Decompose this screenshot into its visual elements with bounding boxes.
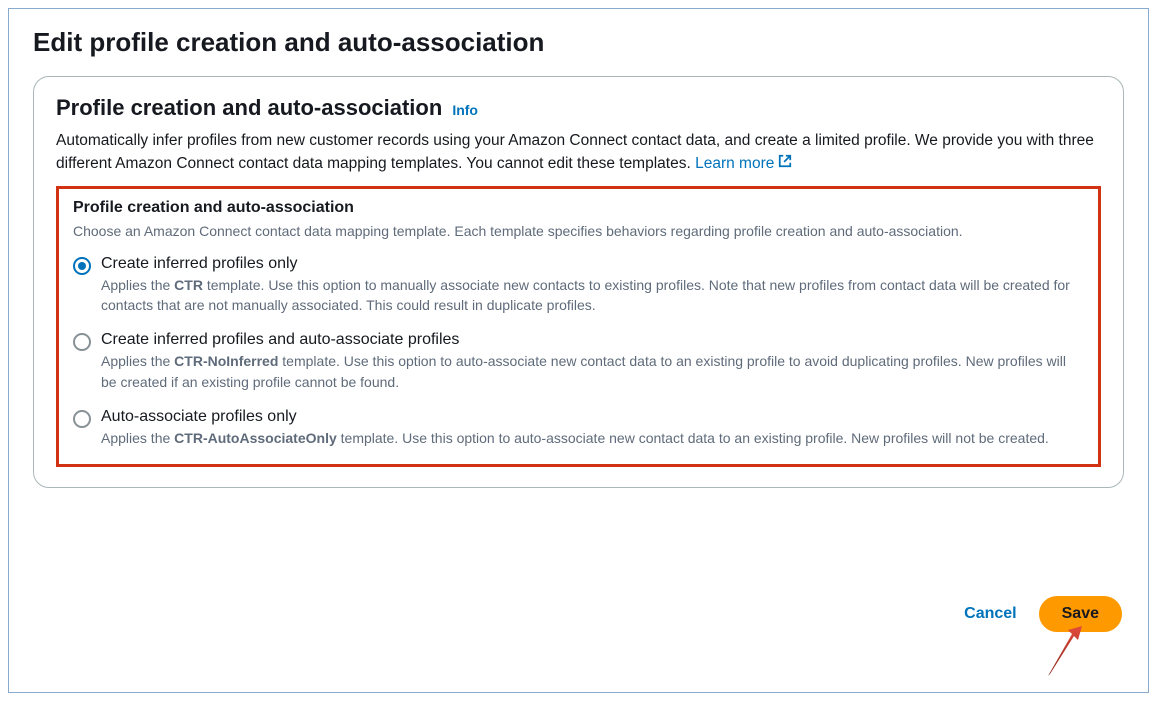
radio-template-name: CTR-AutoAssociateOnly [174,430,337,446]
card-heading-row: Profile creation and auto-association In… [56,95,1101,121]
radio-option[interactable]: Create inferred profiles and auto-associ… [73,331,1084,392]
page-container: Edit profile creation and auto-associati… [8,8,1149,693]
page-title: Edit profile creation and auto-associati… [33,27,1124,58]
highlighted-section: Profile creation and auto-association Ch… [56,186,1101,468]
radio-desc-suffix: template. Use this option to manually as… [101,277,1070,313]
radio-description: Applies the CTR template. Use this optio… [101,275,1084,316]
radio-body: Create inferred profiles only Applies the… [101,255,1084,316]
settings-card: Profile creation and auto-association In… [33,76,1124,488]
radio-button[interactable] [73,333,91,351]
radio-description: Applies the CTR-NoInferred template. Use… [101,351,1084,392]
radio-button[interactable] [73,257,91,275]
cancel-button[interactable]: Cancel [964,605,1016,623]
radio-description: Applies the CTR-AutoAssociateOnly templa… [101,428,1084,448]
info-link[interactable]: Info [452,102,478,118]
radio-template-name: CTR-NoInferred [174,353,278,369]
external-link-icon [778,152,792,175]
radio-title[interactable]: Create inferred profiles and auto-associ… [101,331,1084,349]
card-description-text: Automatically infer profiles from new cu… [56,132,1094,172]
card-heading: Profile creation and auto-association [56,95,442,121]
radio-option[interactable]: Auto-associate profiles only Applies the … [73,408,1084,448]
radio-title[interactable]: Auto-associate profiles only [101,408,1084,426]
annotation-arrow-icon [1038,624,1088,684]
radio-body: Auto-associate profiles only Applies the … [101,408,1084,448]
radio-option[interactable]: Create inferred profiles only Applies the… [73,255,1084,316]
radio-group: Create inferred profiles only Applies the… [73,255,1084,448]
radio-desc-prefix: Applies the [101,353,174,369]
radio-desc-prefix: Applies the [101,430,174,446]
learn-more-link[interactable]: Learn more [695,152,792,175]
radio-desc-suffix: template. Use this option to auto-associ… [337,430,1049,446]
radio-selected-dot-icon [78,262,86,270]
radio-body: Create inferred profiles and auto-associ… [101,331,1084,392]
radio-template-name: CTR [174,277,203,293]
radio-desc-prefix: Applies the [101,277,174,293]
save-button[interactable]: Save [1039,596,1122,632]
section-helper: Choose an Amazon Connect contact data ma… [73,221,1084,241]
footer-actions: Cancel Save [964,596,1122,632]
radio-title[interactable]: Create inferred profiles only [101,255,1084,273]
learn-more-label: Learn more [695,152,774,175]
card-description: Automatically infer profiles from new cu… [56,129,1101,176]
radio-button[interactable] [73,410,91,428]
section-label: Profile creation and auto-association [73,199,1084,217]
